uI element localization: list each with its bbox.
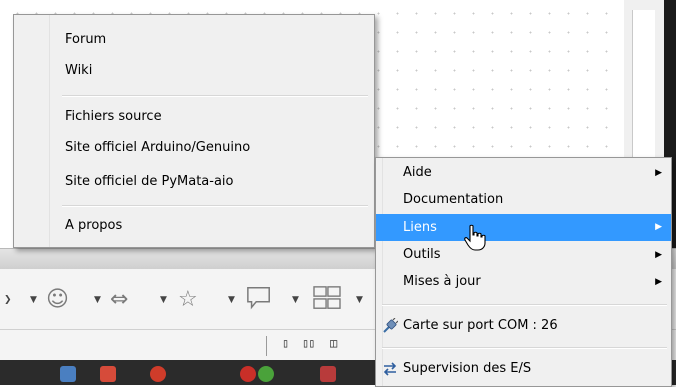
menu-item-label: Outils bbox=[403, 247, 441, 262]
menu-item-label: Wiki bbox=[65, 63, 93, 78]
menu-item-aide[interactable]: Aide ▶ bbox=[376, 160, 671, 186]
star-icon[interactable]: ☆ bbox=[178, 287, 198, 313]
menu-item-label: Forum bbox=[65, 32, 107, 47]
chevron-down-icon[interactable]: ▼ bbox=[94, 287, 101, 313]
menu-item-liens[interactable]: Liens ▶ bbox=[376, 214, 671, 241]
menu-item-label: A propos bbox=[65, 218, 123, 233]
menu-item-site-pymata[interactable]: Site officiel de PyMata-aio bbox=[14, 169, 374, 195]
taskbar-app-icon[interactable] bbox=[320, 366, 336, 382]
submenu-arrow-icon: ▶ bbox=[655, 168, 662, 178]
links-submenu: Forum Wiki Fichiers source Site officiel… bbox=[13, 14, 375, 248]
menu-item-a-propos[interactable]: A propos bbox=[14, 213, 374, 239]
help-menu: Aide ▶ Documentation Liens ▶ Outils ▶ Mi… bbox=[375, 157, 672, 387]
menu-item-documentation[interactable]: Documentation bbox=[376, 187, 671, 213]
menu-item-mises-a-jour[interactable]: Mises à jour ▶ bbox=[376, 269, 671, 295]
speech-bubble-icon[interactable] bbox=[244, 285, 274, 311]
taskbar-app-icon[interactable] bbox=[240, 366, 256, 382]
chevron-down-icon[interactable]: ▼ bbox=[30, 287, 37, 313]
taskbar-app-icon[interactable] bbox=[258, 366, 274, 382]
menu-item-label: Mises à jour bbox=[403, 274, 481, 289]
menu-item-label: Aide bbox=[403, 165, 432, 180]
menu-item-label: Documentation bbox=[403, 192, 504, 207]
book-view-icon[interactable]: ◫ bbox=[330, 336, 337, 350]
left-right-arrow-icon[interactable]: ⇔ bbox=[110, 287, 128, 313]
chevron-right-icon[interactable]: ❯ bbox=[4, 287, 12, 313]
menu-separator bbox=[382, 347, 667, 349]
plug-icon bbox=[383, 318, 398, 333]
menu-item-label: Supervision des E/S bbox=[403, 361, 532, 376]
submenu-arrow-icon: ▶ bbox=[655, 277, 662, 287]
smiley-icon[interactable]: ☺ bbox=[46, 287, 69, 313]
menu-item-label: Carte sur port COM : 26 bbox=[403, 318, 558, 333]
chevron-down-icon[interactable]: ▼ bbox=[160, 287, 167, 313]
menu-separator bbox=[62, 205, 368, 207]
menu-item-label: Liens bbox=[403, 220, 437, 235]
chevron-down-icon[interactable]: ▼ bbox=[228, 287, 235, 313]
divider bbox=[266, 336, 267, 356]
menu-item-fichiers-source[interactable]: Fichiers source bbox=[14, 104, 374, 130]
menu-item-forum[interactable]: Forum bbox=[14, 27, 374, 53]
menu-item-supervision[interactable]: Supervision des E/S bbox=[376, 356, 671, 382]
menu-item-site-arduino[interactable]: Site officiel Arduino/Genuino bbox=[14, 135, 374, 161]
hand-cursor-icon bbox=[464, 224, 486, 251]
menu-item-label: Site officiel Arduino/Genuino bbox=[65, 140, 251, 155]
submenu-arrow-icon: ▶ bbox=[655, 250, 662, 260]
menu-item-wiki[interactable]: Wiki bbox=[14, 58, 374, 84]
menu-separator bbox=[62, 95, 368, 97]
menu-item-label: Site officiel de PyMata-aio bbox=[65, 174, 234, 189]
taskbar-app-icon[interactable] bbox=[100, 366, 116, 382]
menu-item-label: Fichiers source bbox=[65, 109, 162, 124]
submenu-arrow-icon: ▶ bbox=[655, 222, 662, 232]
two-pages-icon[interactable]: ▯▯ bbox=[302, 336, 315, 350]
taskbar-app-icon[interactable] bbox=[150, 366, 166, 382]
chevron-down-icon[interactable]: ▼ bbox=[292, 287, 299, 313]
menu-separator bbox=[382, 304, 667, 306]
io-arrows-icon bbox=[383, 362, 397, 376]
flowchart-icon[interactable] bbox=[310, 285, 344, 311]
chevron-down-icon[interactable]: ▼ bbox=[356, 287, 363, 313]
menu-item-outils[interactable]: Outils ▶ bbox=[376, 242, 671, 268]
menu-item-carte-com[interactable]: Carte sur port COM : 26 bbox=[376, 313, 671, 339]
taskbar-app-icon[interactable] bbox=[60, 366, 76, 382]
single-page-icon[interactable]: ▯ bbox=[282, 336, 289, 350]
